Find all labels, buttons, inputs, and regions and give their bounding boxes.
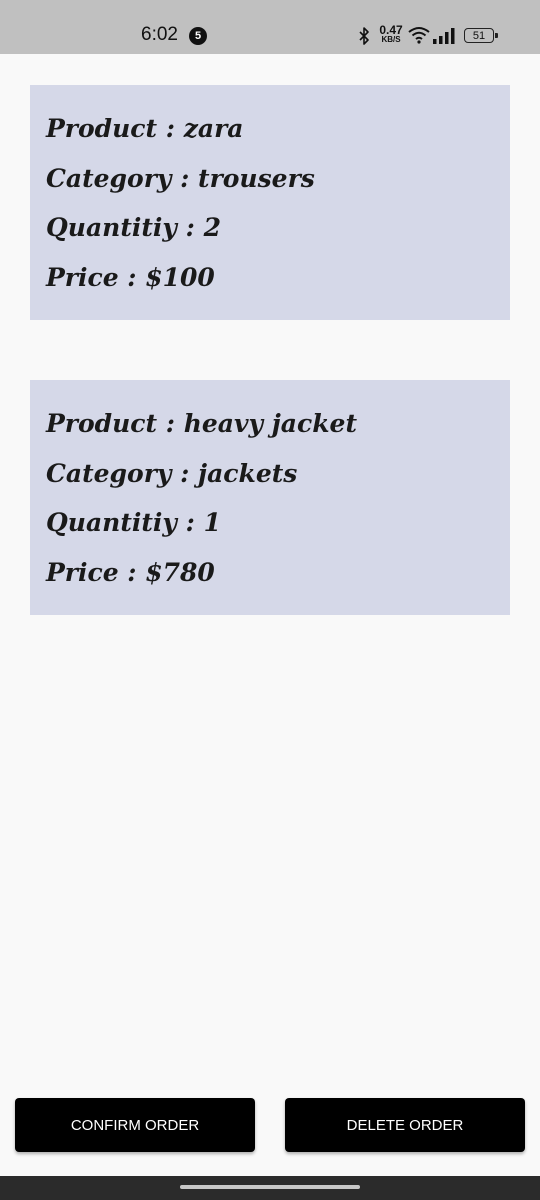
delete-order-button[interactable]: DELETE ORDER: [285, 1098, 525, 1152]
network-speed: 0.47 KB/S: [378, 24, 404, 44]
network-speed-unit: KB/S: [381, 35, 401, 44]
order-card: Product : zara Category : trousers Quant…: [30, 85, 510, 320]
status-bar: 6:02 5 0.47 KB/S 51: [0, 0, 540, 54]
navigation-bar: [0, 1176, 540, 1200]
order-category: Category : trousers: [46, 163, 315, 193]
order-product: Product : zara: [46, 114, 244, 143]
confirm-order-button[interactable]: CONFIRM ORDER: [15, 1098, 255, 1152]
order-card: Product : heavy jacket Category : jacket…: [30, 380, 510, 615]
bluetooth-icon: [359, 27, 369, 45]
order-price: Price : $100: [46, 262, 215, 292]
signal-icon: [433, 28, 455, 44]
order-category: Category : jackets: [46, 458, 298, 488]
order-price: Price : $780: [46, 557, 215, 587]
home-indicator[interactable]: [180, 1185, 360, 1189]
battery-icon: 51: [464, 28, 498, 43]
order-quantity: Quantitiy : 2: [46, 213, 221, 242]
notification-badge: 5: [189, 27, 207, 45]
status-time: 6:02: [141, 24, 178, 45]
order-product: Product : heavy jacket: [46, 409, 357, 438]
order-quantity: Quantitiy : 1: [46, 508, 221, 537]
wifi-icon: [408, 27, 430, 44]
